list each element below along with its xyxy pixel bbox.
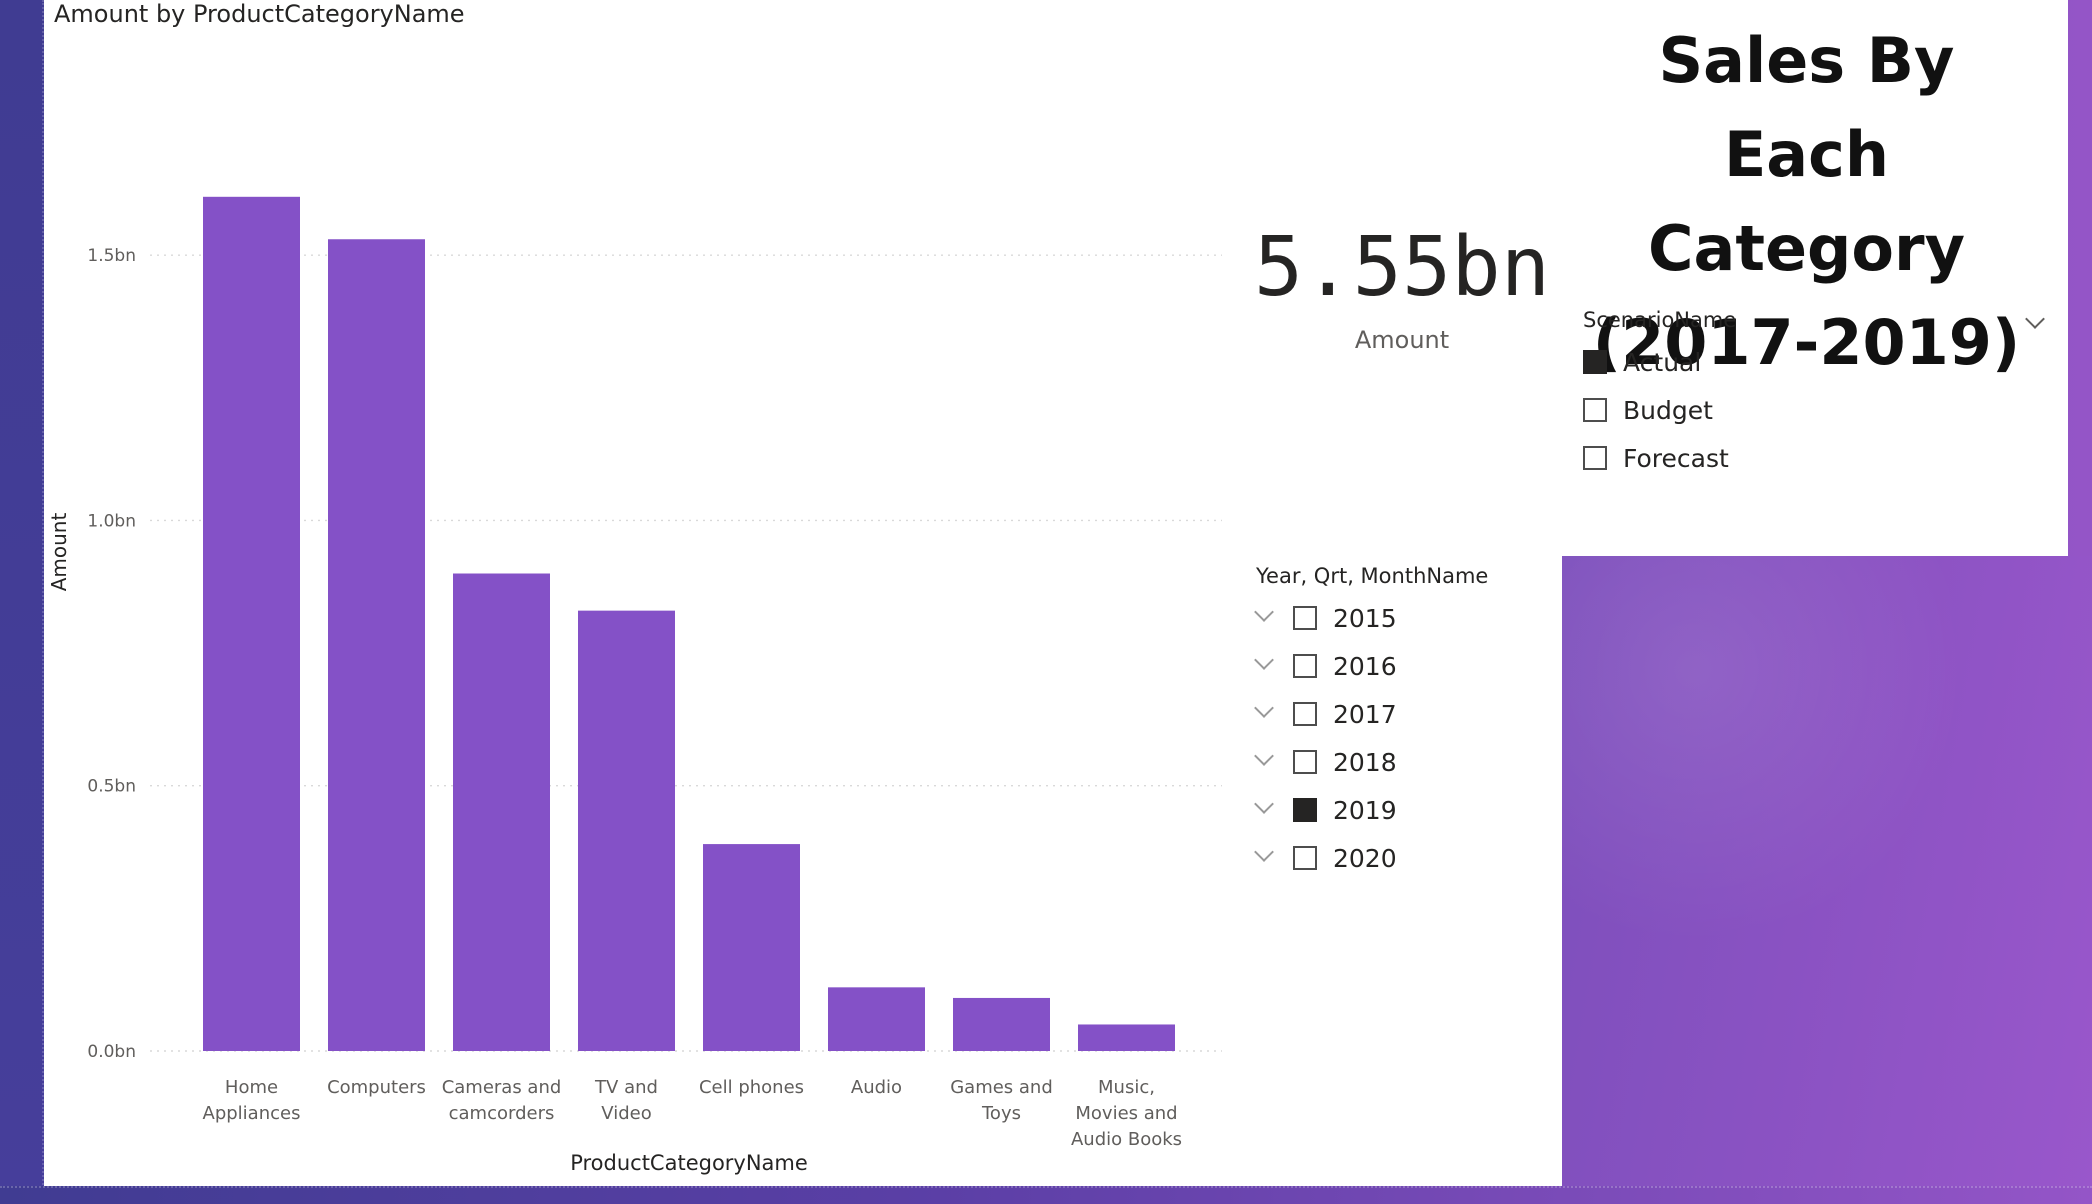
year-option-label: 2020 — [1333, 843, 1397, 873]
year-option-label: 2019 — [1333, 795, 1397, 825]
x-tick-label: TV and — [594, 1077, 658, 1098]
x-tick-label: Audio — [851, 1077, 902, 1098]
checkbox-icon[interactable] — [1293, 654, 1317, 678]
year-option-label: 2015 — [1333, 603, 1397, 633]
bar-7[interactable] — [953, 997, 1050, 1051]
scenario-option-forecast[interactable]: Forecast — [1583, 442, 1729, 474]
scenario-slicer-header: ScenarioName — [1583, 308, 1737, 332]
x-tick-label: Toys — [981, 1103, 1021, 1124]
chevron-down-icon[interactable] — [1254, 746, 1274, 766]
bar-4[interactable] — [578, 610, 675, 1051]
year-option-label: 2017 — [1333, 699, 1397, 729]
x-tick-label: Home — [225, 1077, 278, 1098]
x-tick-label: camcorders — [449, 1103, 555, 1124]
amount-card-label: Amount — [1354, 326, 1450, 354]
chevron-down-icon[interactable] — [1254, 650, 1274, 670]
x-tick-label: Video — [601, 1103, 651, 1124]
scenario-option-label: Budget — [1623, 395, 1713, 425]
year-option-2018[interactable]: 2018 — [1254, 746, 1397, 778]
chevron-down-icon[interactable] — [1254, 698, 1274, 718]
y-tick-label: 1.5bn — [87, 246, 136, 266]
bar-2[interactable] — [328, 239, 425, 1051]
chevron-down-icon[interactable] — [1254, 794, 1274, 814]
scenario-option-actual[interactable]: Actual — [1583, 346, 1701, 378]
checkbox-icon[interactable] — [1293, 606, 1317, 630]
y-tick-label: 0.0bn — [87, 1042, 136, 1062]
year-option-label: 2016 — [1333, 651, 1397, 681]
x-tick-label: Music, — [1098, 1077, 1155, 1098]
checkbox-icon[interactable] — [1583, 446, 1607, 470]
checkbox-icon[interactable] — [1293, 846, 1317, 870]
x-tick-label: Movies and — [1075, 1103, 1177, 1124]
year-option-2020[interactable]: 2020 — [1254, 842, 1397, 874]
amount-card-value: 5.55bn — [1253, 220, 1551, 315]
scenario-option-budget[interactable]: Budget — [1583, 394, 1713, 426]
checkbox-icon[interactable] — [1583, 398, 1607, 422]
y-tick-label: 1.0bn — [87, 511, 136, 531]
year-option-2016[interactable]: 2016 — [1254, 650, 1397, 682]
report-page: Amount by ProductCategoryName 0.0bn 0.5bn… — [0, 0, 2092, 1204]
chevron-down-icon[interactable] — [1254, 842, 1274, 862]
checkbox-icon[interactable] — [1293, 750, 1317, 774]
x-axis-title: ProductCategoryName — [570, 1151, 808, 1175]
y-axis-title: Amount — [47, 513, 71, 592]
scenario-option-label: Forecast — [1623, 443, 1729, 473]
checkbox-icon[interactable] — [1583, 350, 1607, 374]
year-option-2017[interactable]: 2017 — [1254, 698, 1397, 730]
dashboard-title: Sales By Each Category (2017-2019) — [1592, 24, 2021, 379]
year-slicer-header: Year, Qrt, MonthName — [1256, 564, 1489, 588]
x-tick-label: Audio Books — [1071, 1129, 1182, 1150]
x-tick-label: Cameras and — [442, 1077, 562, 1098]
scenario-option-label: Actual — [1623, 347, 1702, 377]
x-tick-label: Appliances — [203, 1103, 301, 1124]
y-tick-label: 0.5bn — [87, 777, 136, 797]
x-tick-label: Games and — [950, 1077, 1053, 1098]
x-tick-label: Cell phones — [699, 1077, 804, 1098]
checkbox-icon[interactable] — [1293, 702, 1317, 726]
year-option-label: 2018 — [1333, 747, 1397, 777]
year-option-2015[interactable]: 2015 — [1254, 602, 1397, 634]
bar-1[interactable] — [203, 196, 300, 1052]
year-option-2019[interactable]: 2019 — [1254, 794, 1397, 826]
x-tick-label: Computers — [327, 1077, 426, 1098]
bar-5[interactable] — [703, 844, 800, 1051]
bar-6[interactable] — [828, 987, 925, 1051]
chevron-down-icon[interactable] — [1254, 602, 1274, 622]
checkbox-icon[interactable] — [1293, 798, 1317, 822]
bar-3[interactable] — [453, 573, 550, 1052]
bar-8[interactable] — [1078, 1024, 1175, 1051]
